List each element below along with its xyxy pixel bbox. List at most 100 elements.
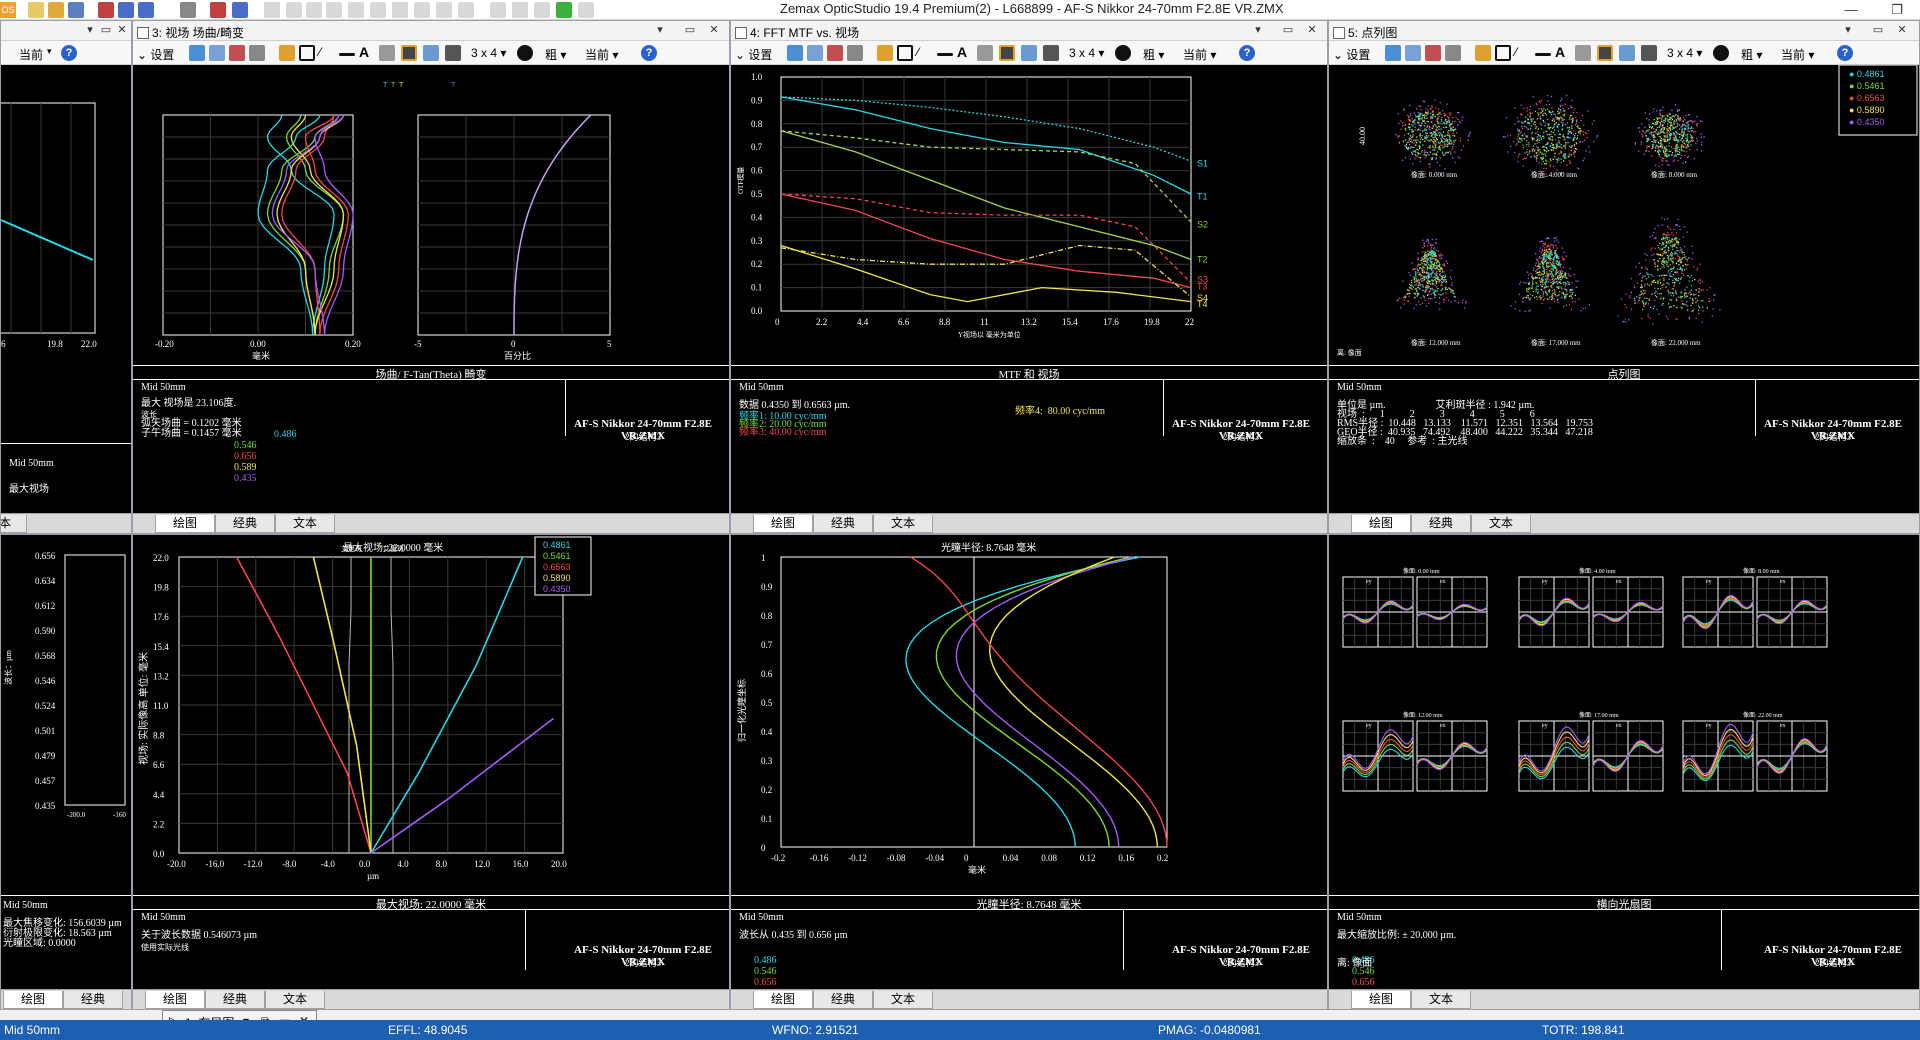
layout-grid-icon[interactable] — [1597, 45, 1613, 61]
tab-graph[interactable]: 绘图 — [753, 991, 813, 1009]
tab-graph[interactable]: 绘图 — [145, 991, 205, 1009]
grid-size-dropdown[interactable]: 3 x 4 ▾ — [1667, 46, 1702, 60]
panel-menu-icon[interactable]: ▾ — [1841, 23, 1855, 36]
more-icon[interactable] — [578, 2, 594, 18]
save-icon[interactable] — [827, 45, 843, 61]
settings-button[interactable]: ⌄ 设置 — [1333, 46, 1370, 63]
help-icon[interactable]: ? — [1837, 45, 1853, 61]
print-icon[interactable] — [249, 45, 265, 61]
pencil-icon[interactable] — [1475, 45, 1491, 61]
layout-icon[interactable] — [286, 2, 302, 18]
tab-text[interactable]: 文本 — [265, 991, 325, 1009]
shaded-model-icon[interactable] — [306, 2, 322, 18]
field-icon[interactable] — [326, 2, 342, 18]
tab-text[interactable]: 文本 — [1411, 991, 1471, 1009]
tab-classic[interactable]: 经典 — [1411, 515, 1471, 533]
rectangle-icon[interactable] — [897, 45, 913, 61]
layers-icon[interactable] — [1641, 45, 1657, 61]
undo-icon[interactable] — [118, 2, 134, 18]
maximize-window-icon[interactable]: ❐ — [1874, 0, 1920, 20]
current-dropdown[interactable]: 当前 ▾ — [585, 46, 618, 63]
copy-icon[interactable] — [1405, 45, 1421, 61]
panel-menu-icon[interactable]: ▾ — [1251, 23, 1265, 36]
clock-icon[interactable] — [1713, 45, 1729, 61]
lock-icon[interactable] — [1575, 45, 1591, 61]
config-icon[interactable] — [534, 2, 550, 18]
minimize-window-icon[interactable]: — — [1828, 0, 1874, 20]
fan-icon[interactable] — [370, 2, 386, 18]
panel-close-icon[interactable]: ✕ — [1895, 23, 1909, 36]
horizontal-line-icon[interactable] — [1535, 53, 1551, 56]
grid-size-dropdown[interactable]: 3 x 4 ▾ — [471, 46, 506, 60]
text-tool-icon[interactable]: A — [1555, 44, 1565, 60]
tab-text[interactable]: 文本 — [873, 991, 933, 1009]
panel-close-icon[interactable]: ✕ — [1305, 23, 1319, 36]
panel-menu-icon[interactable]: ▾ — [653, 23, 667, 36]
tab-text[interactable]: 文本 — [275, 515, 335, 533]
chevron-down-icon[interactable]: ▾ — [47, 46, 52, 57]
merit-icon[interactable] — [458, 2, 474, 18]
tolerance-icon[interactable] — [512, 2, 528, 18]
horizontal-line-icon[interactable] — [339, 53, 355, 56]
clock-icon[interactable] — [517, 45, 533, 61]
refresh-icon[interactable] — [1385, 45, 1401, 61]
lock-icon[interactable] — [977, 45, 993, 61]
tab-classic[interactable]: 经典 — [215, 515, 275, 533]
window-icon[interactable] — [1619, 45, 1635, 61]
save-icon[interactable] — [68, 2, 84, 18]
run-icon[interactable] — [556, 2, 572, 18]
wavefront-icon[interactable] — [436, 2, 452, 18]
window-icon[interactable] — [423, 45, 439, 61]
redo-icon[interactable] — [138, 2, 154, 18]
line-weight-dropdown[interactable]: 粗 ▾ — [1143, 46, 1164, 63]
settings-button[interactable]: ⌄ 设置 — [137, 46, 174, 63]
copy-icon[interactable] — [209, 45, 225, 61]
pencil-icon[interactable] — [279, 45, 295, 61]
tab-text[interactable]: 文本 — [1471, 515, 1531, 533]
print-icon[interactable] — [1445, 45, 1461, 61]
mtf-icon[interactable] — [392, 2, 408, 18]
rectangle-icon[interactable] — [299, 45, 315, 61]
lock-icon[interactable] — [379, 45, 395, 61]
tab-classic[interactable]: 经典 — [63, 991, 123, 1009]
help-icon[interactable]: ? — [61, 45, 77, 61]
ray-trace-icon[interactable] — [264, 2, 280, 18]
tab-text[interactable]: 文本 — [873, 515, 933, 533]
panel-close-icon[interactable]: ✕ — [115, 23, 129, 36]
current-dropdown[interactable]: 当前 ▾ — [1183, 46, 1216, 63]
refresh-icon[interactable] — [787, 45, 803, 61]
settings-button[interactable]: ⌄ 设置 — [735, 46, 772, 63]
copy-icon[interactable] — [180, 2, 196, 18]
panel-close-icon[interactable]: ✕ — [707, 23, 721, 36]
rectangle-icon[interactable] — [1495, 45, 1511, 61]
panel-float-icon[interactable]: ▭ — [1871, 23, 1885, 36]
layers-icon[interactable] — [445, 45, 461, 61]
layout-grid-icon[interactable] — [999, 45, 1015, 61]
psf-icon[interactable] — [414, 2, 430, 18]
tab-graph[interactable]: 绘图 — [753, 515, 813, 533]
save-icon[interactable] — [1425, 45, 1441, 61]
save-as-icon[interactable] — [98, 2, 114, 18]
save-icon[interactable] — [229, 45, 245, 61]
tab-classic[interactable]: 经典 — [813, 515, 873, 533]
panel-menu-icon[interactable]: ▾ — [83, 23, 97, 36]
help-icon[interactable]: ? — [1239, 45, 1255, 61]
line-weight-dropdown[interactable]: 粗 ▾ — [545, 46, 566, 63]
copy-icon[interactable] — [807, 45, 823, 61]
tab-graph[interactable]: 绘图 — [1351, 515, 1411, 533]
help-icon[interactable]: ? — [641, 45, 657, 61]
print-icon[interactable] — [847, 45, 863, 61]
optimize-icon[interactable] — [490, 2, 506, 18]
current-dropdown[interactable]: 当前 ▾ — [1781, 46, 1814, 63]
layers-icon[interactable] — [1043, 45, 1059, 61]
text-tool-icon[interactable]: A — [359, 44, 369, 60]
current-dropdown[interactable]: 当前 — [19, 46, 43, 63]
horizontal-line-icon[interactable] — [937, 53, 953, 56]
tab-graph[interactable]: 绘图 — [1351, 991, 1411, 1009]
panel-float-icon[interactable]: ▭ — [1281, 23, 1295, 36]
window-icon[interactable] — [1021, 45, 1037, 61]
tab-classic[interactable]: 经典 — [813, 991, 873, 1009]
tab-text-partial[interactable]: 文本 — [1, 515, 27, 533]
forward-icon[interactable] — [232, 2, 248, 18]
open-folder-icon[interactable] — [48, 2, 64, 18]
